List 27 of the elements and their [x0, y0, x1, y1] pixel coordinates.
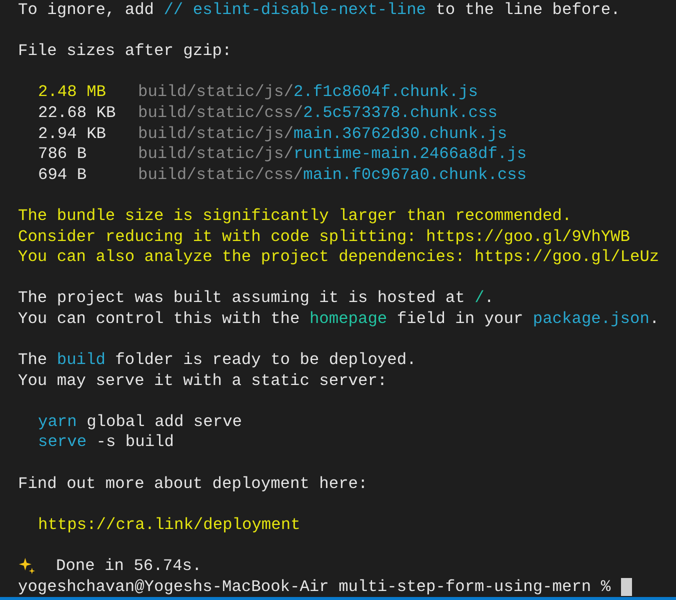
terminal-line: You can control this with the homepage field in your package.json. — [18, 308, 660, 330]
file-size: 694 B — [38, 164, 88, 186]
terminal-line: File sizes after gzip: — [18, 41, 232, 62]
terminal-line: The bundle size is significantly larger than recommended. — [18, 206, 572, 227]
terminal-line: serve -s build — [38, 432, 174, 454]
terminal-line: You may serve it with a static server: — [18, 370, 388, 392]
file-path: build/static/css/2.5c573378.chunk.css — [138, 102, 498, 124]
terminal-line: The build folder is ready to be deployed. — [18, 350, 416, 371]
terminal-line: yarn global add serve — [38, 412, 242, 432]
file-path: build/static/css/main.f0c967a0.chunk.css — [138, 164, 527, 186]
terminal-line: To ignore, add // eslint-disable-next-line to the line before. — [18, 0, 620, 21]
terminal-line: https://cra.link/deployment — [38, 514, 300, 536]
text-cursor — [620, 578, 632, 596]
terminal-line: The project was built assuming it is hosted at /. — [18, 288, 494, 309]
file-path: build/static/js/2.f1c8604f.chunk.js — [138, 82, 478, 103]
shell-prompt: yogeshchavan@Yogeshs-MacBook-Air multi-step-form-using-mern % — [18, 576, 611, 598]
terminal-line: Consider reducing it with code splitting: https://goo.gl/9VhYWB — [18, 226, 630, 248]
file-size: 2.48 MB — [38, 82, 107, 103]
sparkle-icon — [18, 557, 36, 576]
file-size: 22.68 KB — [38, 102, 117, 124]
file-size: 2.94 KB — [38, 124, 107, 144]
file-path: build/static/js/runtime-main.2466a8df.js — [138, 144, 527, 165]
file-path: build/static/js/main.36762d30.chunk.js — [138, 124, 508, 144]
terminal-line: Find out more about deployment here: — [18, 474, 368, 494]
file-size: 786 B — [38, 144, 88, 165]
done-message: Done in 56.74s. — [56, 556, 202, 577]
terminal-line: You can also analyze the project dependencies: https://goo.gl/LeUz — [18, 247, 660, 268]
